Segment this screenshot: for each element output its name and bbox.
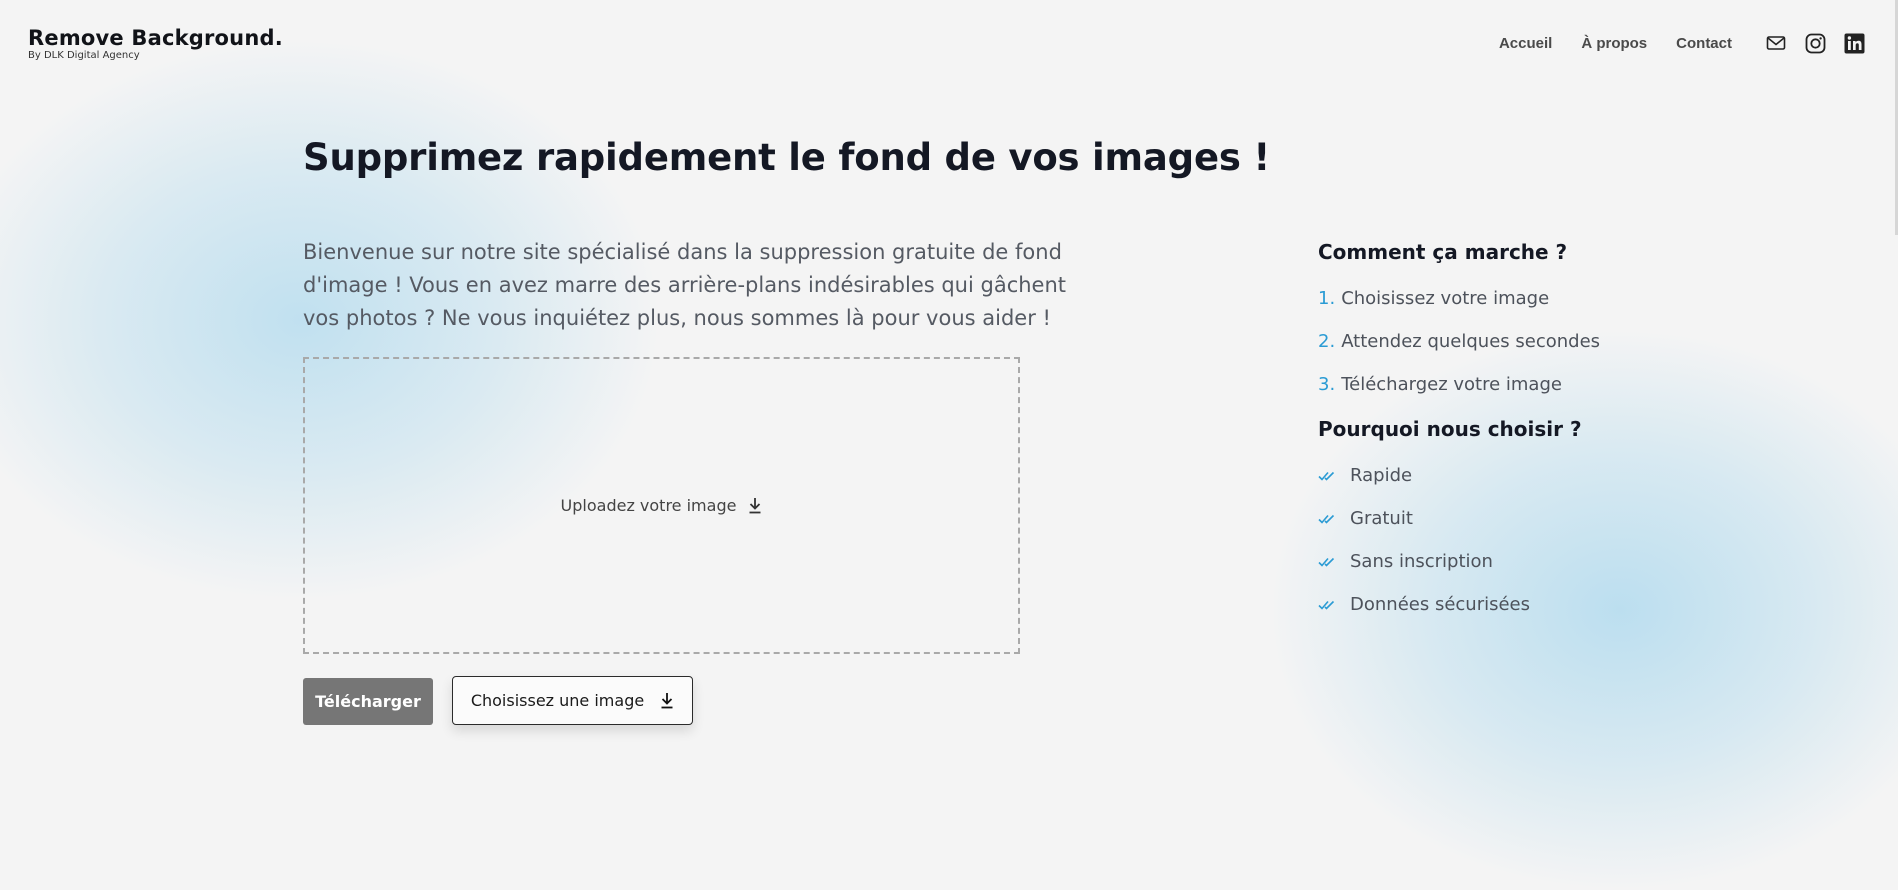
list-item: Données sécurisées (1318, 594, 1738, 616)
logo-title: Remove Background. (28, 26, 283, 50)
logo-subtitle: By DLK Digital Agency (28, 50, 140, 61)
instagram-icon[interactable] (1803, 31, 1827, 55)
benefit-label: Gratuit (1350, 508, 1413, 529)
intro-text: Bienvenue sur notre site spécialisé dans… (303, 240, 1067, 330)
why-us-heading: Pourquoi nous choisir ? (1318, 417, 1582, 441)
sidebar: Comment ça marche ? 1. Choisissez votre i… (1318, 240, 1738, 637)
step-number: 2. (1318, 331, 1336, 352)
step-number: 3. (1318, 374, 1336, 395)
double-check-icon (1318, 470, 1338, 482)
benefits-list: Rapide Gratuit Sans inscription Données … (1318, 465, 1738, 616)
step-label: Attendez quelques secondes (1341, 331, 1601, 352)
steps-list: 1. Choisissez votre image 2. Attendez quel… (1318, 288, 1738, 396)
double-check-icon (1318, 513, 1338, 525)
download-icon (660, 692, 674, 709)
list-item: Gratuit (1318, 508, 1738, 530)
choose-image-button[interactable]: Choisissez une image (452, 676, 693, 725)
benefit-label: Données sécurisées (1350, 594, 1530, 615)
image-dropzone[interactable]: Uploadez votre image (303, 357, 1020, 654)
nav-link-contact[interactable]: Contact (1676, 35, 1732, 52)
download-icon (748, 497, 762, 514)
mail-icon[interactable] (1764, 31, 1788, 55)
list-item: 3. Téléchargez votre image (1318, 374, 1738, 396)
dropzone-label: Uploadez votre image (560, 496, 737, 515)
linkedin-icon[interactable] (1842, 31, 1866, 55)
step-label: Choisissez votre image (1341, 288, 1550, 309)
choose-image-label: Choisissez une image (470, 691, 645, 710)
page-title: Supprimez rapidement le fond de vos imag… (303, 136, 1271, 179)
download-button[interactable]: Télécharger (303, 678, 433, 725)
main-nav: Accueil À propos Contact (1499, 31, 1866, 55)
logo[interactable]: Remove Background. By DLK Digital Agency (28, 26, 283, 62)
nav-link-a-propos[interactable]: À propos (1581, 35, 1647, 52)
step-label: Téléchargez votre image (1341, 374, 1562, 395)
benefit-label: Rapide (1350, 465, 1413, 486)
nav-link-accueil[interactable]: Accueil (1499, 35, 1552, 52)
double-check-icon (1318, 556, 1338, 568)
list-item: Rapide (1318, 465, 1738, 487)
list-item: 1. Choisissez votre image (1318, 288, 1738, 310)
how-it-works-heading: Comment ça marche ? (1318, 240, 1568, 264)
double-check-icon (1318, 599, 1338, 611)
benefit-label: Sans inscription (1350, 551, 1493, 572)
step-number: 1. (1318, 288, 1336, 309)
list-item: Sans inscription (1318, 551, 1738, 573)
list-item: 2. Attendez quelques secondes (1318, 331, 1738, 353)
